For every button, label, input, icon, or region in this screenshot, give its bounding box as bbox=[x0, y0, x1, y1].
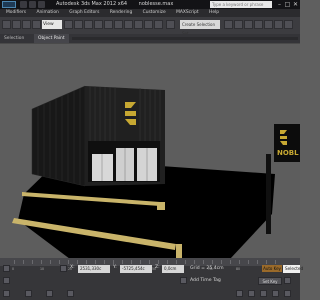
edit-named-selection-icon[interactable] bbox=[166, 20, 175, 29]
ruler-label: 0 bbox=[12, 267, 15, 271]
tab-selection[interactable]: Selection bbox=[0, 34, 28, 43]
main-toolbar: View Create Selection Set bbox=[0, 17, 300, 36]
reference-coordinate-select[interactable]: View bbox=[42, 20, 62, 29]
percent-snap-icon[interactable] bbox=[134, 20, 143, 29]
curb-corner bbox=[157, 202, 165, 210]
file-title: noblesse.max bbox=[138, 1, 174, 7]
menu-help[interactable]: Help bbox=[209, 10, 219, 15]
key-filter-select[interactable]: Selected bbox=[283, 265, 303, 273]
add-time-tag-label[interactable]: Add Time Tag bbox=[190, 278, 221, 283]
render-setup-icon[interactable] bbox=[264, 20, 273, 29]
sign-pole bbox=[266, 154, 271, 234]
building-side bbox=[31, 85, 86, 187]
named-selection-set-input[interactable]: Create Selection Set bbox=[180, 20, 220, 36]
menu-animation[interactable]: Animation bbox=[36, 10, 58, 15]
window-title: Autodesk 3ds Max 2012 x64 noblesse.max bbox=[56, 0, 183, 9]
sign-text: NOBL bbox=[277, 149, 299, 157]
material-editor-icon[interactable] bbox=[254, 20, 263, 29]
menu-modifiers[interactable]: Modifiers bbox=[6, 10, 26, 15]
x-coordinate-field[interactable]: 2531,330c bbox=[78, 265, 110, 273]
maxscript-listener-icon[interactable] bbox=[3, 265, 10, 272]
search-input[interactable]: Type a keyword or phrase bbox=[210, 1, 272, 8]
status-panel: 0102030405060708090 X: 2531,330c Y: -572… bbox=[0, 258, 303, 300]
field-of-view-icon[interactable] bbox=[272, 290, 279, 297]
key-filters-icon[interactable] bbox=[284, 277, 291, 284]
link-icon[interactable] bbox=[22, 20, 31, 29]
viewport-icon-1[interactable] bbox=[3, 290, 10, 297]
angle-snap-icon[interactable] bbox=[124, 20, 133, 29]
scale-icon[interactable] bbox=[104, 20, 113, 29]
unlink-icon[interactable] bbox=[32, 20, 41, 29]
ribbon-panel bbox=[72, 37, 298, 40]
zoom-icon[interactable] bbox=[236, 290, 243, 297]
ruler-label: 80 bbox=[236, 267, 241, 271]
zoom-extents-icon[interactable] bbox=[260, 290, 267, 297]
move-icon[interactable] bbox=[84, 20, 93, 29]
render-icon[interactable] bbox=[284, 20, 293, 29]
mirror-icon[interactable] bbox=[144, 20, 153, 29]
open-file-icon[interactable] bbox=[29, 1, 36, 8]
curb-post bbox=[176, 244, 182, 258]
set-key-button[interactable]: Set Key bbox=[258, 277, 282, 285]
snap-icon[interactable] bbox=[114, 20, 123, 29]
align-icon[interactable] bbox=[154, 20, 163, 29]
rotate-icon[interactable] bbox=[94, 20, 103, 29]
auto-key-button[interactable]: Auto Key bbox=[262, 265, 282, 272]
render-frame-icon[interactable] bbox=[274, 20, 283, 29]
layer-manager-icon[interactable] bbox=[224, 20, 233, 29]
orbit-icon[interactable] bbox=[284, 290, 291, 297]
title-bar: Autodesk 3ds Max 2012 x64 noblesse.max T… bbox=[0, 0, 300, 9]
z-coordinate-field[interactable]: 0,0cm bbox=[162, 265, 184, 273]
app-title: Autodesk 3ds Max 2012 x64 bbox=[56, 1, 128, 7]
new-file-icon[interactable] bbox=[20, 1, 27, 8]
viewport-scene: NOBL bbox=[12, 85, 300, 259]
viewport-icon-2[interactable] bbox=[25, 290, 32, 297]
x-label: X: bbox=[70, 265, 75, 270]
lock-selection-icon[interactable] bbox=[60, 265, 67, 272]
select-object-icon[interactable] bbox=[74, 20, 83, 29]
z-label: Z: bbox=[155, 265, 160, 270]
curve-editor-icon[interactable] bbox=[234, 20, 243, 29]
window-1 bbox=[92, 154, 113, 181]
pivot-icon[interactable] bbox=[64, 20, 73, 29]
y-coordinate-field[interactable]: -5725,454c bbox=[120, 265, 152, 273]
timeline-ruler: 0102030405060708090 bbox=[12, 267, 292, 272]
viewport-icon-3[interactable] bbox=[46, 290, 53, 297]
redo-icon[interactable] bbox=[12, 20, 21, 29]
timeline-ticks bbox=[14, 260, 284, 264]
close-icon[interactable]: ✕ bbox=[291, 0, 300, 9]
menu-rendering[interactable]: Rendering bbox=[110, 10, 132, 15]
time-tag-icon[interactable] bbox=[180, 277, 187, 284]
perspective-viewport[interactable]: NOBL bbox=[0, 43, 300, 259]
save-file-icon[interactable] bbox=[38, 1, 45, 8]
menu-maxscript[interactable]: MAXScript bbox=[176, 10, 199, 15]
schematic-view-icon[interactable] bbox=[244, 20, 253, 29]
zoom-all-icon[interactable] bbox=[248, 290, 255, 297]
grid-size-label: Grid = 25,4cm bbox=[190, 266, 224, 271]
menu-bar: Modifiers Animation Graph Editors Render… bbox=[0, 9, 300, 17]
y-label: Y: bbox=[113, 265, 117, 270]
ribbon-tabs: Selection Object Paint bbox=[0, 34, 300, 43]
script-icon[interactable] bbox=[3, 277, 10, 284]
menu-graph-editors[interactable]: Graph Editors bbox=[69, 10, 99, 15]
undo-icon[interactable] bbox=[2, 20, 11, 29]
tab-object-paint[interactable]: Object Paint bbox=[34, 34, 69, 43]
viewport-icon-4[interactable] bbox=[67, 290, 74, 297]
menu-customize[interactable]: Customize bbox=[143, 10, 166, 15]
app-logo-icon[interactable] bbox=[2, 1, 16, 8]
